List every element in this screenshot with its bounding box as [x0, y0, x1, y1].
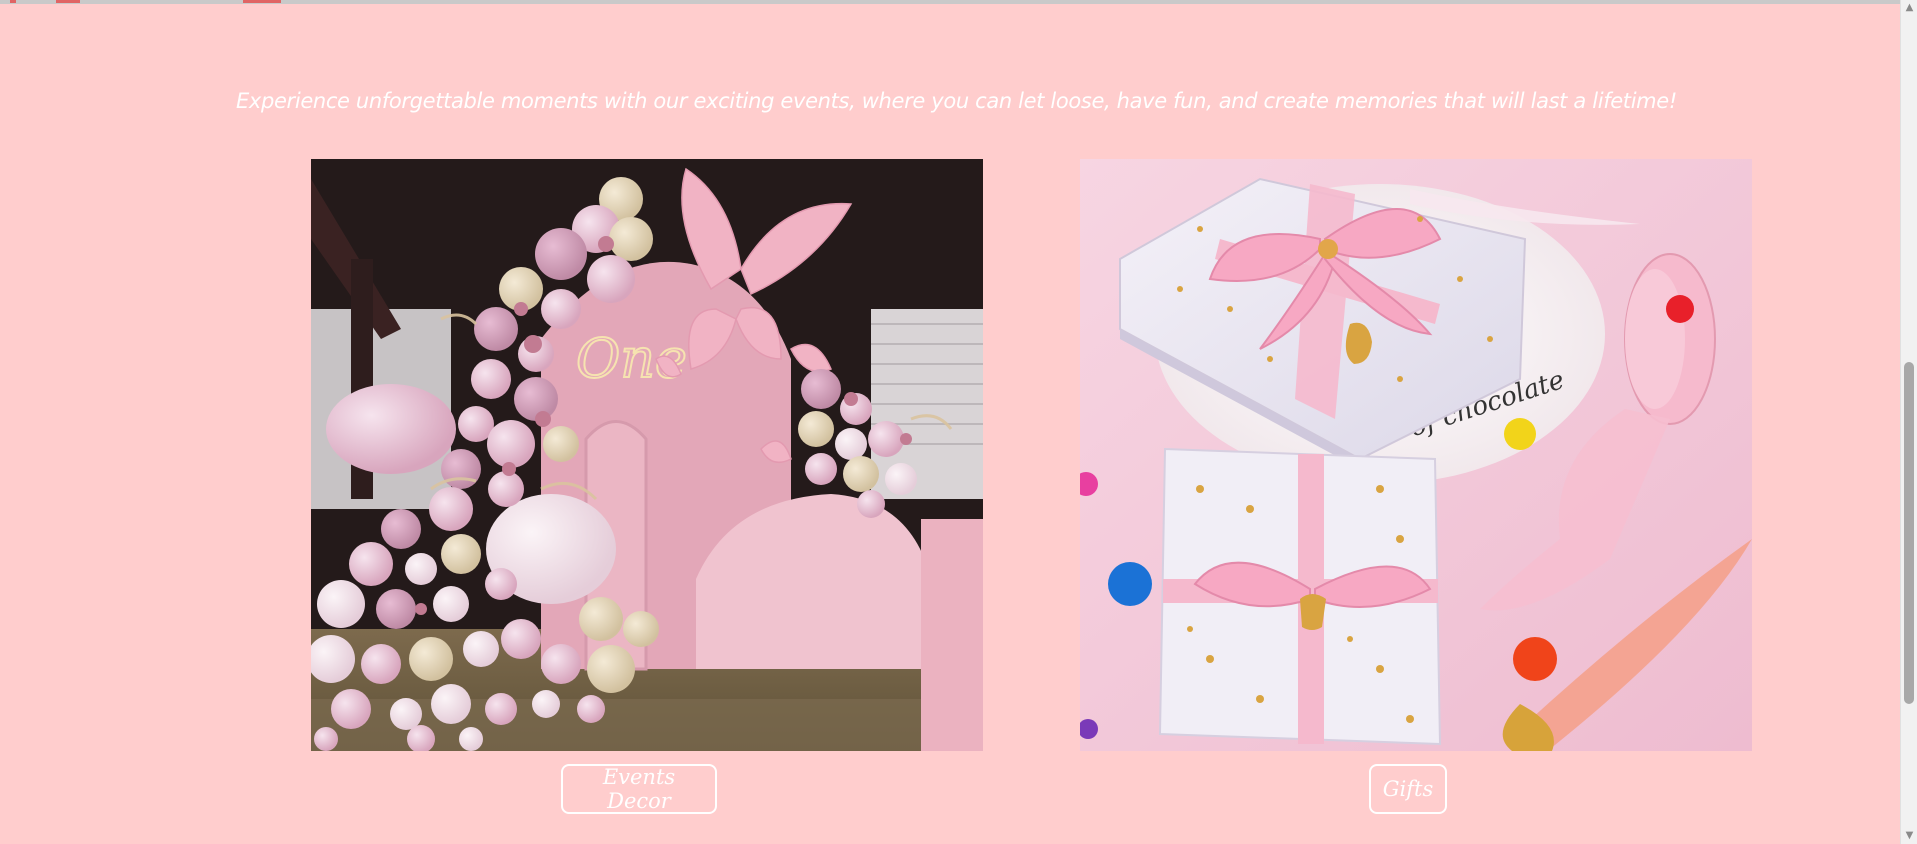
nav-remnant-mark — [10, 0, 16, 3]
gifts-image: of chocolate — [1080, 159, 1752, 751]
nav-remnant-mark — [56, 0, 80, 3]
triangle-up-icon[interactable]: ▲ — [1901, 0, 1917, 16]
events-decor-button[interactable]: Events Decor — [561, 764, 717, 814]
nav-remnant-mark — [243, 0, 281, 3]
page-viewport: Experience unforgettable moments with ou… — [0, 0, 1917, 844]
header-remnant — [0, 0, 1900, 4]
vertical-scrollbar[interactable]: ▲ ▼ — [1900, 0, 1917, 844]
scrollbar-thumb[interactable] — [1904, 362, 1914, 704]
events-decor-image: One — [311, 159, 983, 751]
gifts-button[interactable]: Gifts — [1369, 764, 1447, 814]
section-tagline: Experience unforgettable moments with ou… — [236, 89, 1677, 113]
triangle-down-icon[interactable]: ▼ — [1901, 828, 1917, 844]
